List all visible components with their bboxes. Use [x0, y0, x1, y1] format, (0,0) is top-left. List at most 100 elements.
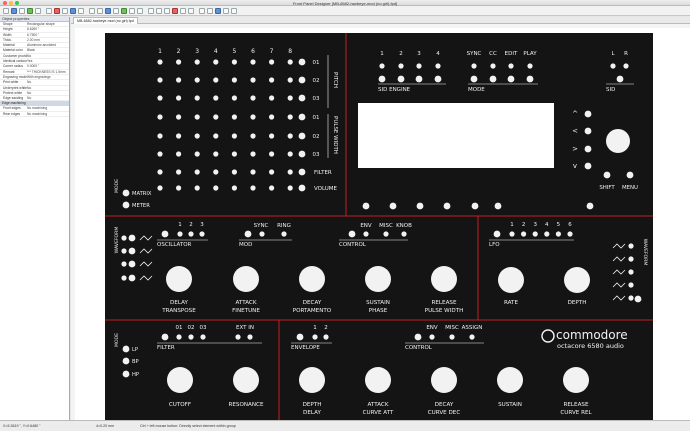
- lfo-number: 4: [545, 222, 549, 228]
- led: [231, 59, 237, 65]
- push-button[interactable]: [362, 202, 370, 210]
- push-button[interactable]: [128, 234, 136, 242]
- led: [250, 133, 256, 139]
- knob[interactable]: [167, 367, 193, 393]
- osc-number: 3: [200, 222, 204, 228]
- push-button[interactable]: [298, 76, 306, 84]
- env-control-label: CONTROL: [405, 345, 433, 351]
- knob[interactable]: [365, 266, 391, 292]
- led: [157, 95, 163, 101]
- push-button[interactable]: [586, 202, 594, 210]
- knob[interactable]: [299, 266, 325, 292]
- push-button[interactable]: [471, 202, 479, 210]
- led: [449, 334, 455, 340]
- push-button[interactable]: [434, 75, 442, 83]
- push-button[interactable]: [526, 75, 534, 83]
- push-button[interactable]: [414, 333, 422, 341]
- push-button[interactable]: [616, 75, 624, 83]
- knob[interactable]: [365, 367, 391, 393]
- push-button[interactable]: [389, 202, 397, 210]
- push-button[interactable]: [584, 162, 592, 170]
- knob[interactable]: [233, 266, 259, 292]
- knob[interactable]: [497, 367, 523, 393]
- knob[interactable]: [564, 267, 590, 293]
- osc-knob-label: SUSTAIN: [366, 300, 390, 306]
- push-button[interactable]: [122, 345, 130, 353]
- push-button[interactable]: [634, 295, 642, 303]
- push-button[interactable]: [244, 230, 252, 238]
- led: [628, 282, 634, 288]
- filter-knob-label: RESONANCE: [228, 402, 263, 408]
- push-button[interactable]: [415, 75, 423, 83]
- push-button[interactable]: [584, 145, 592, 153]
- push-button[interactable]: [128, 247, 136, 255]
- push-button[interactable]: [161, 230, 169, 238]
- lcd-display: [358, 103, 554, 168]
- filter-label: FILTER: [157, 345, 175, 351]
- push-button[interactable]: [161, 333, 169, 341]
- push-button[interactable]: [493, 230, 501, 238]
- led: [281, 231, 287, 237]
- knob[interactable]: [431, 266, 457, 292]
- led: [194, 169, 200, 175]
- osc-knob-sublabel: PULSE WIDTH: [425, 308, 464, 314]
- push-button[interactable]: [603, 171, 611, 179]
- matrix-column-label: 2: [177, 48, 181, 55]
- matrix-column-label: 4: [214, 48, 218, 55]
- push-button[interactable]: [122, 370, 130, 378]
- matrix-column-label: 7: [270, 48, 274, 55]
- push-button[interactable]: [489, 75, 497, 83]
- led: [555, 231, 562, 237]
- push-button[interactable]: [443, 202, 451, 210]
- push-button[interactable]: [507, 75, 515, 83]
- push-button[interactable]: [298, 113, 306, 121]
- push-button[interactable]: [584, 127, 592, 135]
- knob[interactable]: [299, 367, 325, 393]
- knob[interactable]: [498, 267, 524, 293]
- knob[interactable]: [563, 367, 589, 393]
- push-button[interactable]: [122, 357, 130, 365]
- push-button[interactable]: [494, 202, 502, 210]
- filter-knob-label: CUTOFF: [169, 402, 191, 408]
- led: [231, 77, 237, 83]
- push-button[interactable]: [128, 260, 136, 268]
- push-button[interactable]: [128, 274, 136, 282]
- push-button[interactable]: [416, 202, 424, 210]
- push-button[interactable]: [298, 168, 306, 176]
- matrix-row-label: 03: [313, 96, 320, 102]
- env-control-misc-label: MISC: [445, 325, 459, 331]
- data-wheel[interactable]: [606, 129, 630, 153]
- lfo-number: 3: [533, 222, 537, 228]
- knob[interactable]: [431, 367, 457, 393]
- knob[interactable]: [166, 266, 192, 292]
- push-button[interactable]: [298, 94, 306, 102]
- push-button[interactable]: [378, 75, 386, 83]
- led: [398, 63, 404, 69]
- led: [194, 59, 200, 65]
- push-button[interactable]: [296, 333, 304, 341]
- push-button[interactable]: [397, 75, 405, 83]
- led: [157, 185, 163, 191]
- led: [250, 59, 256, 65]
- led: [213, 77, 219, 83]
- push-button[interactable]: [122, 189, 130, 197]
- push-button[interactable]: [298, 132, 306, 140]
- osc-knob-label: RELEASE: [432, 300, 457, 306]
- sid-engine-number: 1: [380, 51, 384, 57]
- push-button[interactable]: [122, 201, 130, 209]
- led: [429, 334, 435, 340]
- nav-arrow-label: ^: [572, 110, 578, 118]
- led: [231, 151, 237, 157]
- status-bar: X=5.3619 ", Y=0.6480 " 4=0.20 mm Ctrl + …: [0, 420, 690, 430]
- push-button[interactable]: [626, 171, 634, 179]
- push-button[interactable]: [470, 75, 478, 83]
- front-panel-canvas[interactable]: 1 2 3 4 5 6 7 8 01 02 03 01 02 03 FILTER VOLUME PITCH PUL…: [0, 0, 690, 430]
- push-button[interactable]: [298, 150, 306, 158]
- knob[interactable]: [233, 367, 259, 393]
- push-button[interactable]: [584, 110, 592, 118]
- mode-number: PLAY: [523, 51, 537, 57]
- push-button[interactable]: [348, 230, 356, 238]
- push-button[interactable]: [298, 58, 306, 66]
- push-button[interactable]: [298, 184, 306, 192]
- nav-arrow-label: <: [572, 127, 578, 135]
